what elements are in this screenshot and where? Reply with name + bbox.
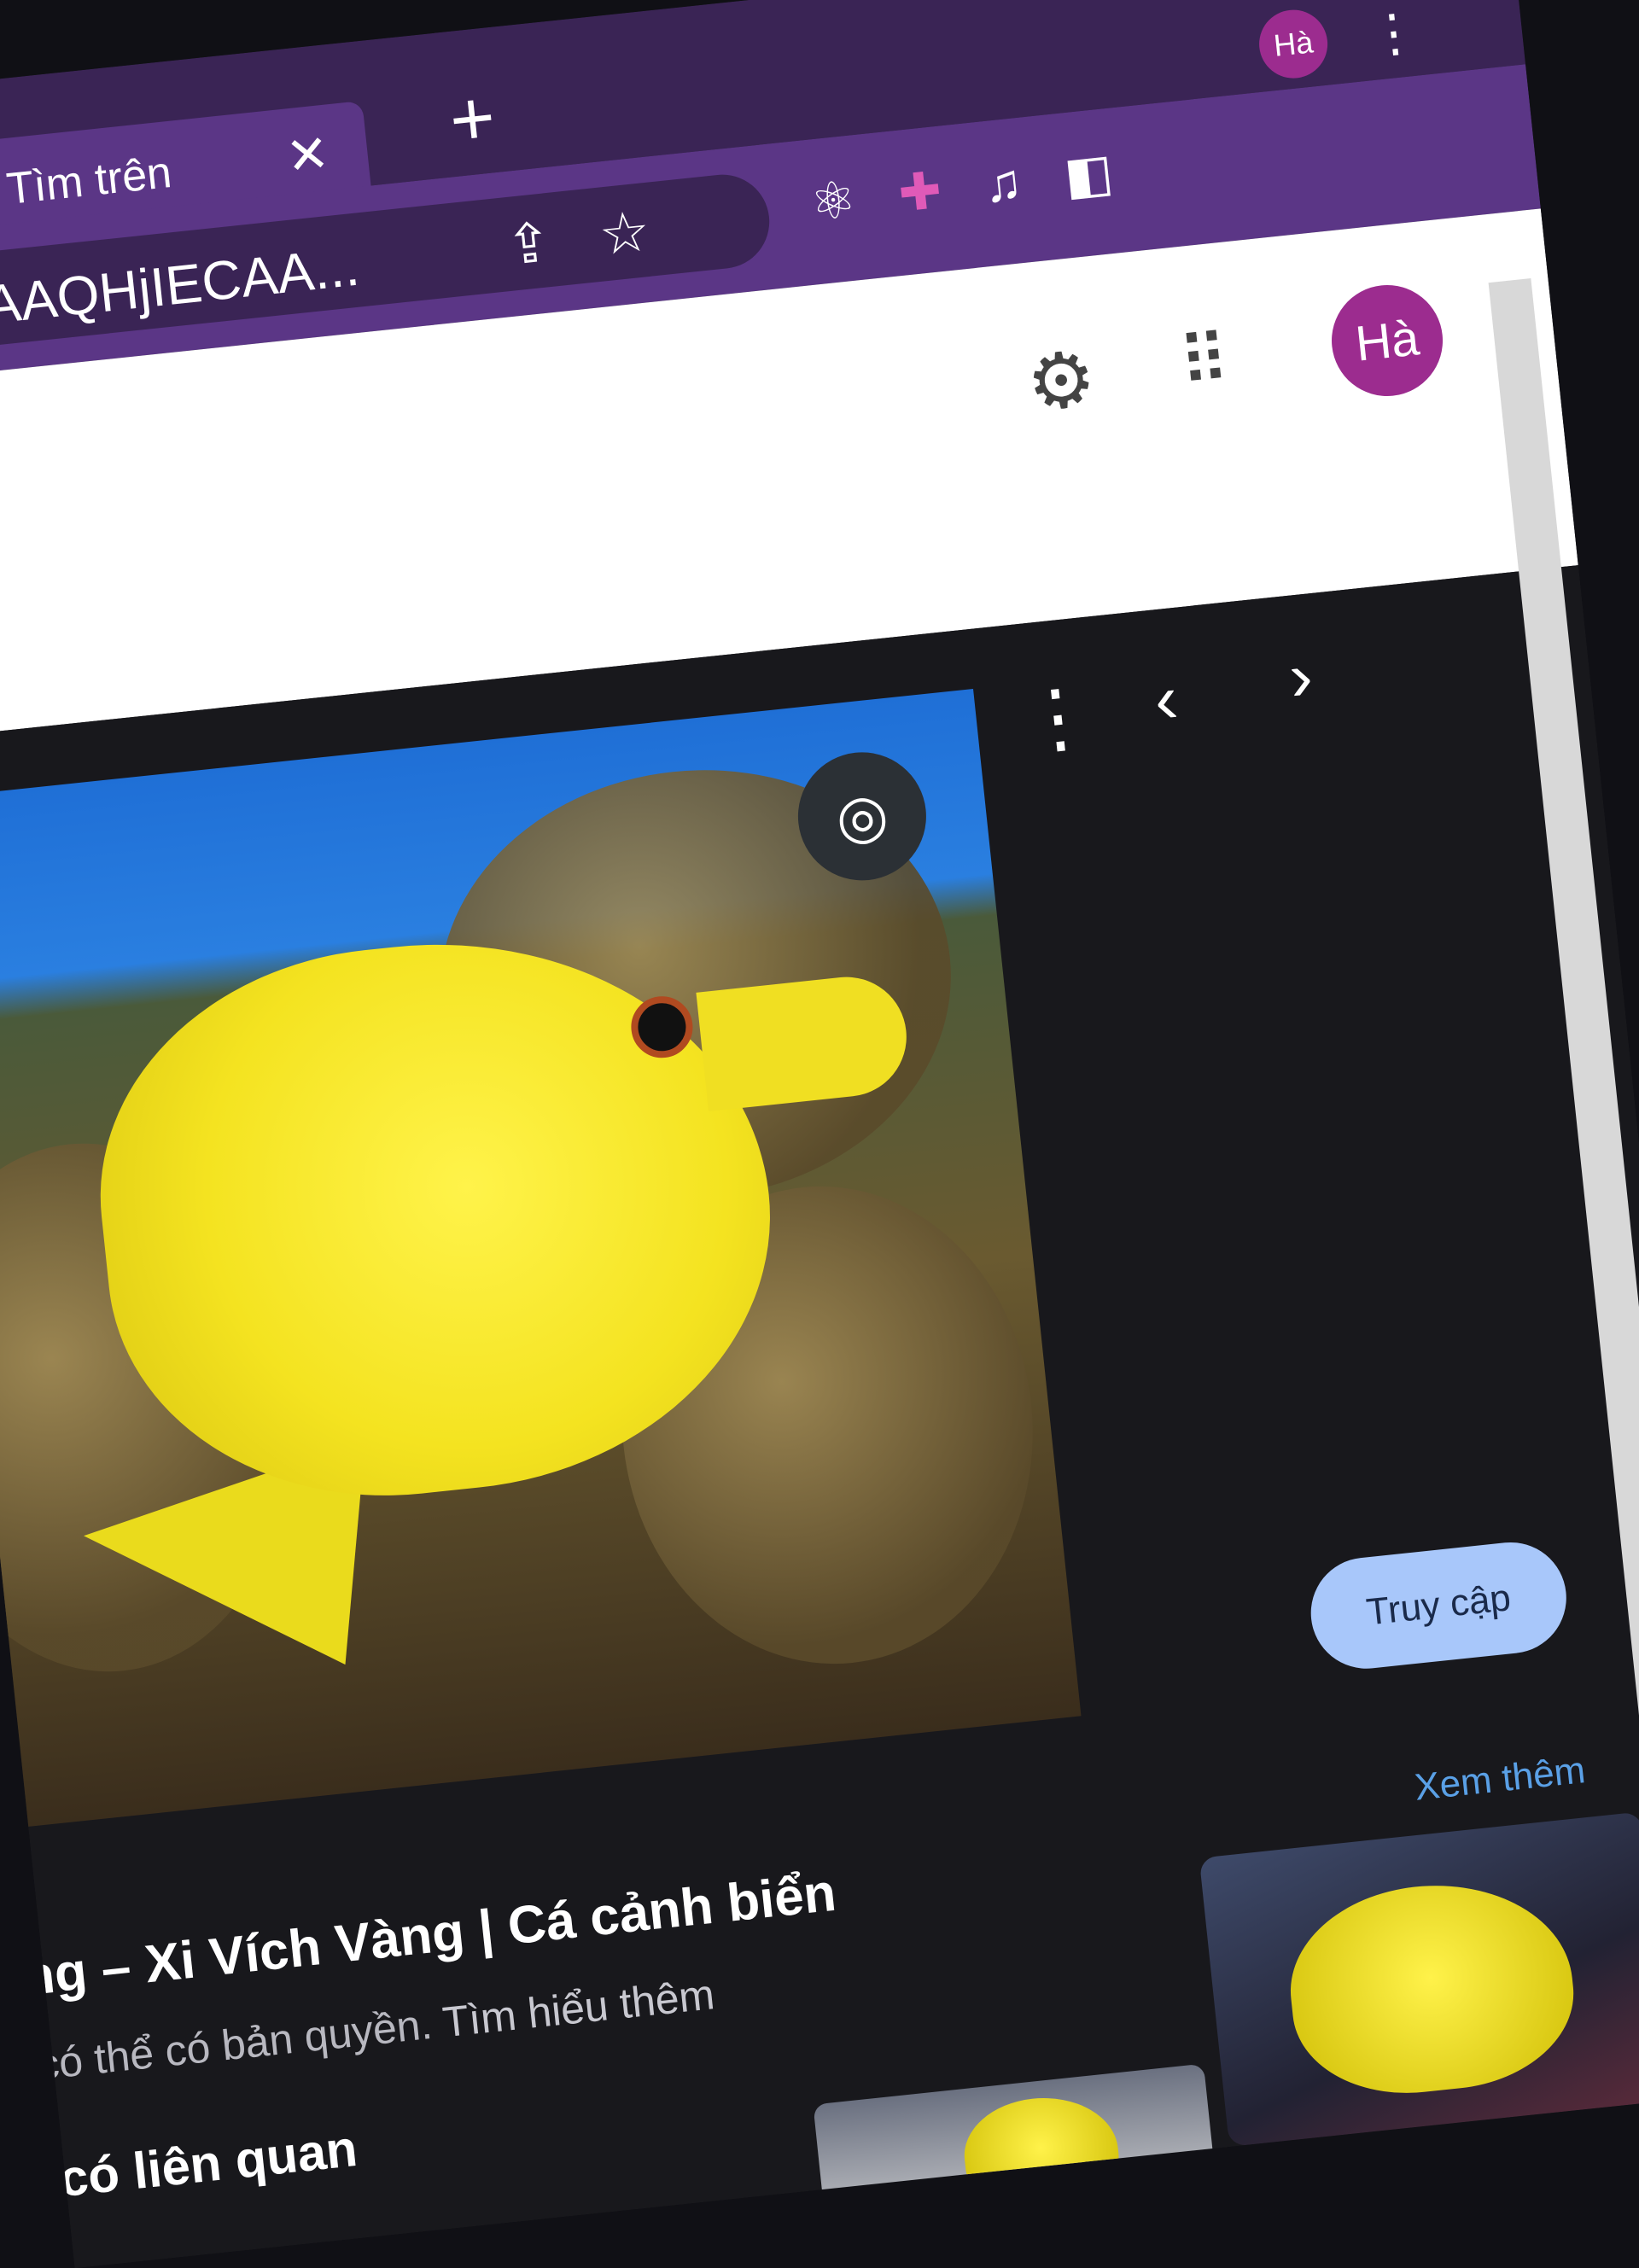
extensions-puzzle-icon[interactable]: ✚ [895,160,944,224]
tab-strip-controls: Hà ⋮ [1256,0,1422,82]
image-preview-panel: ◎ ⋮ ‹ › Truy cập ang – Xi Vích Vàng | Cá… [0,565,1639,2268]
more-options-icon[interactable]: ⋮ [1015,672,1100,765]
thumb-fish [959,2090,1124,2218]
related-card-title[interactable]: Yellow Tang Care & Info | Z... [1250,2132,1639,2215]
settings-gear-icon[interactable]: ⚙ [1023,333,1100,429]
new-tab-icon[interactable]: + [446,74,499,164]
google-apps-icon[interactable]: ⠿ [1175,319,1228,403]
related-card-image[interactable] [1199,1811,1639,2147]
bookmark-star-icon[interactable]: ☆ [596,198,653,269]
copyright-text: n có thể có bản quyền. [0,1999,435,2093]
share-icon[interactable]: ⇪ [503,210,555,278]
see-more-link[interactable]: Xem thêm [1413,1749,1588,1810]
related-thumbnail[interactable] [813,2063,1231,2268]
profile-avatar-small[interactable]: Hà [1256,6,1332,82]
browser-menu-icon[interactable]: ⋮ [1365,1,1422,66]
related-card-source: fantaseaaquariums.com [1255,2199,1549,2261]
card-fish [1280,1871,1583,2105]
side-panel-icon[interactable]: ◧ [1061,143,1116,207]
preview-image-yellow-tang[interactable]: ◎ [0,688,1082,1829]
google-account-avatar[interactable]: Hà [1326,279,1449,402]
extension-icons: ⚛ ✚ ♫ ◧ [808,143,1116,234]
media-controls-icon[interactable]: ♫ [981,152,1025,215]
learn-more-link[interactable]: Tìm hiểu thêm [440,1970,717,2046]
previous-image-icon[interactable]: ‹ [1151,659,1181,739]
close-tab-icon[interactable]: ✕ [283,124,332,188]
visit-button[interactable]: Truy cập [1305,1536,1572,1675]
related-images-heading: h có liên quan [11,2119,360,2213]
browser-screen: hâu á - Tìm trên ✕ + Hà ⋮ zlECAAQHjIECAA… [0,0,1639,2268]
thumb-fish [859,2201,1042,2268]
react-devtools-icon[interactable]: ⚛ [808,169,860,233]
next-image-icon[interactable]: › [1286,637,1316,717]
